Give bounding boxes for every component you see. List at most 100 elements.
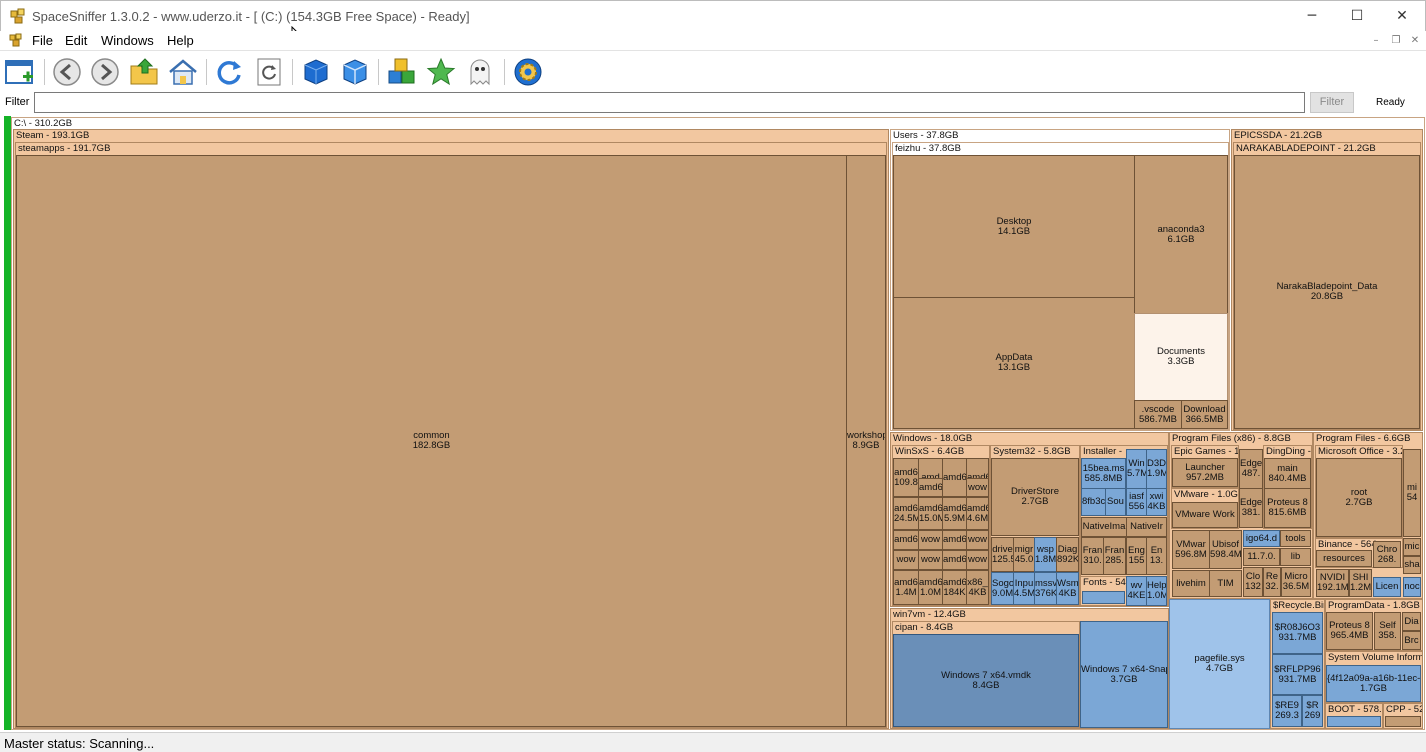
recycle-item-block[interactable]: $RE9 269.3 [1272,695,1302,727]
installer-sou-block[interactable]: Sou [1105,488,1126,516]
home-icon[interactable] [167,56,199,88]
fran-block[interactable]: Fran 310. [1081,537,1104,575]
documents-block[interactable]: Documents 3.3GB [1134,313,1228,401]
license-block[interactable]: Licen [1373,577,1401,597]
recycle-item-block[interactable]: $RFLPP96 931.7MB [1272,654,1323,695]
system32-item-block[interactable]: Sogo 9.0M [991,572,1014,605]
vscode-block[interactable]: .vscode 586.7MB [1134,400,1182,429]
winsxs-item-block[interactable]: amd6 109.8 [893,458,919,497]
sha-block[interactable]: sha [1403,556,1421,574]
mdi-close-button[interactable]: ✕ [1408,34,1422,48]
system32-item-block[interactable]: migr 45.0 [1013,537,1035,572]
winsxs-item-block[interactable]: amd6 [893,530,919,550]
installer-15bea-block[interactable]: 15bea.ms 585.8MB [1081,458,1126,489]
tools-block[interactable]: tools [1280,530,1311,547]
back-arrow-icon[interactable] [51,56,83,88]
winsxs-item-block[interactable]: amd6 [918,478,943,497]
settings-gear-icon[interactable] [512,56,544,88]
noc-block[interactable]: noc [1403,577,1421,597]
minimize-button[interactable]: ─ [1289,1,1335,32]
driverstore-block[interactable]: DriverStore 2.7GB [991,458,1079,536]
cpp-item-block[interactable] [1385,716,1421,727]
system32-item-block[interactable]: Wsm 4KB [1056,572,1079,605]
winsxs-item-block[interactable]: amd6 [942,458,967,497]
winsxs-item-block[interactable]: amd6 15.0M [918,497,943,530]
desktop-block[interactable]: Desktop 14.1GB [893,155,1135,298]
micro-block[interactable]: Micro 36.5M [1281,567,1311,597]
vmware-workstation-block[interactable]: VMware Work [1172,502,1238,528]
open-folder-icon[interactable] [129,56,161,88]
menu-file[interactable]: File [32,33,53,48]
programdata-proteus-block[interactable]: Proteus 8 965.4MB [1326,612,1373,650]
winsxs-item-block[interactable]: wow [918,530,943,550]
svi-guid-block[interactable]: {4f12a09a-a16b-11ec- 1.7GB [1326,665,1421,702]
launcher-block[interactable]: Launcher 957.2MB [1172,458,1238,487]
winsxs-item-block[interactable]: wow [966,550,989,570]
binance-resources-block[interactable]: resources [1316,550,1372,567]
mic-block[interactable]: mic [1403,538,1421,556]
refresh-icon[interactable] [213,56,245,88]
mi-block[interactable]: mi 54 [1403,449,1421,537]
winsxs-item-block[interactable]: wow [966,530,989,550]
system32-item-block[interactable]: Diag 892K [1056,537,1079,572]
refresh-all-icon[interactable] [253,56,285,88]
ghost-icon[interactable] [464,56,496,88]
edge-2-block[interactable]: Edge 381. [1239,488,1263,528]
dia-block[interactable]: Dia [1402,612,1421,631]
anaconda3-block[interactable]: anaconda3 6.1GB [1134,155,1228,314]
narakabladepoint-data-block[interactable]: NarakaBladepoint_Data 20.8GB [1234,155,1420,429]
mdi-minimize-button[interactable]: – [1369,34,1383,48]
system32-item-block[interactable]: wsp 1.8M [1034,537,1057,572]
clo-block[interactable]: Clo 132 [1243,567,1263,597]
recycle-item-block[interactable]: $R08J6O3 931.7MB [1272,612,1323,654]
common-block[interactable]: common 182.8GB [16,155,847,727]
fonts-item-block[interactable] [1082,591,1125,604]
winsxs-item-block[interactable]: x86_ 4KB [966,570,989,605]
winsxs-item-block[interactable]: wow [918,550,943,570]
ubisoft-block[interactable]: Ubisof 598.4M [1209,530,1242,569]
cubes-icon[interactable] [386,56,418,88]
menu-edit[interactable]: Edit [65,33,87,48]
forward-arrow-icon[interactable] [89,56,121,88]
winsxs-item-block[interactable]: amd6 184K [942,570,967,605]
filter-button[interactable]: Filter [1310,92,1354,113]
winsxs-item-block[interactable]: amd6 24.5M [893,497,919,530]
winsxs-item-block[interactable]: wow [893,550,919,570]
chrome-block[interactable]: Chro 268. [1373,541,1401,568]
winsxs-item-block[interactable]: amd6 1.4M [893,570,919,605]
installer-8fb3c-block[interactable]: 8fb3c [1081,488,1106,516]
star-icon[interactable] [425,56,457,88]
windows7-snapshot-block[interactable]: Windows 7 x64-Snap 3.7GB [1080,621,1168,728]
new-view-icon[interactable] [4,56,36,88]
winsxs-item-block[interactable]: wow [966,478,989,497]
appdata-block[interactable]: AppData 13.1GB [893,297,1135,429]
system32-item-block[interactable]: drive 125.5 [991,537,1014,572]
nativeimages-block[interactable]: NativeIma [1081,517,1127,537]
windows7-vmdk-block[interactable]: Windows 7 x64.vmdk 8.4GB [893,634,1079,727]
main-block[interactable]: main 840.4MB [1264,458,1311,489]
self-block[interactable]: Self 358. [1374,612,1401,650]
installer-win-block[interactable]: Win 5.7M [1126,449,1147,489]
igo64-block[interactable]: igo64.d [1243,530,1280,547]
fran-2-block[interactable]: Fran 285. [1103,537,1126,575]
mdi-restore-button[interactable]: ❐ [1389,34,1403,48]
winsxs-item-block[interactable]: amd6 1.0M [918,570,943,605]
office-root-block[interactable]: root 2.7GB [1316,458,1402,537]
system32-item-block[interactable]: mssv 376K [1034,572,1057,605]
system32-item-block[interactable]: Inpu 4.5M [1013,572,1035,605]
recycle-item-block[interactable]: $R 269 [1302,695,1323,727]
downloads-block[interactable]: Download 366.5MB [1181,400,1228,429]
winsxs-item-block[interactable]: amd6 [942,530,967,550]
nativeimages-2-block[interactable]: NativeIr [1126,517,1167,537]
vmwar-block[interactable]: VMwar 596.8M [1172,530,1210,569]
brc-block[interactable]: Brc [1402,631,1421,650]
version-11-7-0-block[interactable]: 11.7.0. [1243,548,1280,566]
menu-help[interactable]: Help [167,33,194,48]
proteus-block[interactable]: Proteus 8 815.6MB [1264,488,1311,528]
menu-windows[interactable]: Windows [101,33,154,48]
re-block[interactable]: Re 32. [1263,567,1281,597]
edge-block[interactable]: Edge 487. [1239,449,1263,489]
winsxs-item-block[interactable]: amd6 5.9M [942,497,967,530]
close-button[interactable]: ✕ [1379,1,1425,32]
tim-block[interactable]: TIM [1209,570,1242,597]
